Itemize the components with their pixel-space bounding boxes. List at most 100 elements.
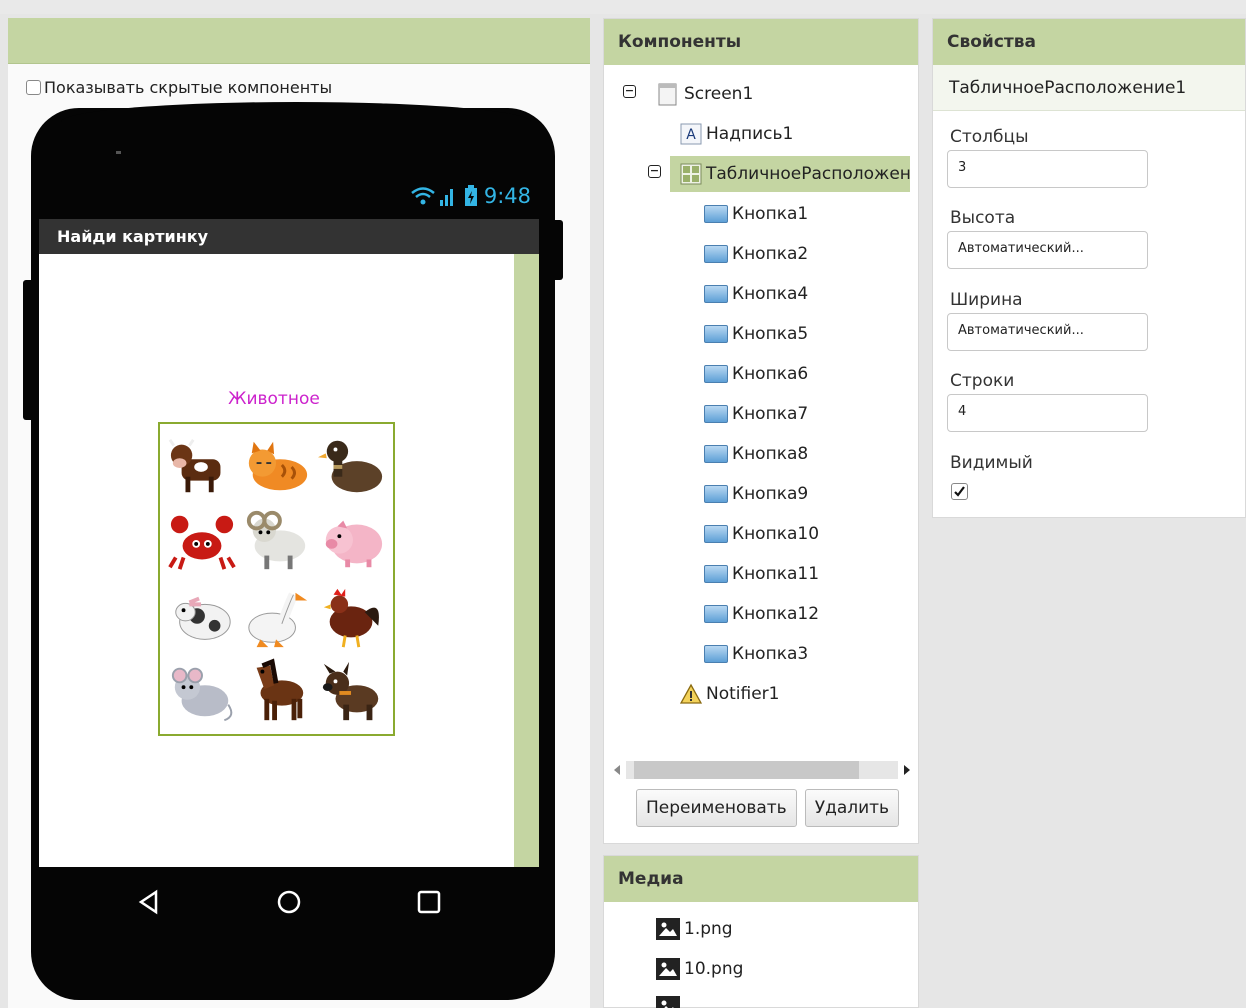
tree-horizontal-scrollbar[interactable] [614, 759, 910, 781]
tree-item-label: Кнопка9 [732, 484, 809, 504]
image-file-icon [656, 958, 680, 980]
app-title-bar: Найди картинку [39, 219, 539, 254]
recents-icon [417, 890, 441, 914]
tree-item-label: Кнопка10 [732, 524, 820, 544]
animal-label[interactable]: Животное [39, 389, 509, 409]
tree-item-notifier1[interactable]: Notifier1 [679, 680, 780, 708]
tree-item-label: ТабличноеРасположение1 [706, 164, 910, 184]
components-panel: Компоненты − Screen1 A Надпись1 − Таблич… [603, 18, 919, 844]
tree-item-label: Надпись1 [706, 124, 794, 144]
tree-item-button9[interactable]: Кнопка9 [704, 480, 808, 508]
image-file-icon [656, 996, 680, 1008]
button-icon [704, 565, 728, 583]
goose-button[interactable] [239, 579, 314, 655]
tree-item-button7[interactable]: Кнопка7 [704, 400, 808, 428]
tree-item-label: Notifier1 [706, 684, 780, 704]
goat-button[interactable] [164, 579, 239, 655]
crab-button[interactable] [164, 504, 239, 580]
height-input[interactable]: Автоматический... [947, 231, 1148, 269]
pig-button[interactable] [314, 504, 389, 580]
delete-button[interactable]: Удалить [804, 789, 900, 827]
cat-icon [248, 441, 307, 491]
cow-icon [168, 438, 220, 492]
component-tree: − Screen1 A Надпись1 − ТабличноеРасполож… [604, 65, 918, 755]
width-label: Ширина [950, 290, 1023, 310]
horse-button[interactable] [239, 655, 314, 731]
tree-item-label: Кнопка5 [732, 324, 809, 344]
tree-item-button12[interactable]: Кнопка12 [704, 600, 819, 628]
goat-icon [174, 596, 231, 640]
tree-item-button4[interactable]: Кнопка4 [704, 280, 808, 308]
wifi-signal-icon [411, 187, 453, 206]
tree-item-screen1[interactable]: Screen1 [658, 80, 753, 108]
duck-button[interactable] [314, 428, 389, 504]
tree-item-table-arrangement[interactable]: ТабличноеРасположение1 [670, 156, 910, 192]
tree-item-label: Кнопка12 [732, 604, 820, 624]
button-icon [704, 325, 728, 343]
phone-side-button-left [23, 280, 31, 420]
scroll-left-icon[interactable] [614, 765, 620, 775]
tree-item-label: Кнопка3 [732, 644, 809, 664]
mouse-button[interactable] [164, 655, 239, 731]
cat-button[interactable] [239, 428, 314, 504]
rows-input[interactable]: 4 [947, 394, 1148, 432]
tree-item-button10[interactable]: Кнопка10 [704, 520, 819, 548]
android-nav-bar [39, 867, 539, 937]
media-file-3[interactable] [656, 996, 684, 1008]
status-time: 9:48 [483, 184, 531, 208]
show-hidden-toggle[interactable]: Показывать скрытые компоненты [26, 78, 332, 97]
media-panel: Медиа 1.png 10.png [603, 855, 919, 1008]
dog-button[interactable] [314, 655, 389, 731]
tree-item-label1[interactable]: A Надпись1 [680, 120, 793, 148]
status-bar: 9:48 [410, 184, 531, 208]
phone-top [61, 102, 531, 142]
tree-item-label: Кнопка11 [732, 564, 820, 584]
table-arrangement-collapse-toggle[interactable]: − [648, 165, 661, 178]
media-file-1[interactable]: 1.png [656, 918, 733, 940]
tree-item-button2[interactable]: Кнопка2 [704, 240, 808, 268]
viewer-panel: Показывать скрытые компоненты 9:48 Найди… [8, 18, 590, 1008]
phone-screen: Животное [39, 254, 539, 867]
dog-icon [322, 662, 378, 721]
ram-button[interactable] [239, 504, 314, 580]
scroll-track[interactable] [626, 761, 898, 779]
show-hidden-checkbox[interactable] [26, 80, 41, 95]
tree-item-button1[interactable]: Кнопка1 [704, 200, 808, 228]
table-arrangement[interactable] [158, 422, 395, 736]
tree-item-button5[interactable]: Кнопка5 [704, 320, 808, 348]
top-strip [0, 0, 1246, 14]
button-icon [704, 365, 728, 383]
tree-item-button3[interactable]: Кнопка3 [704, 640, 808, 668]
horse-icon [256, 658, 303, 721]
scroll-thumb[interactable] [634, 761, 859, 779]
tree-item-button8[interactable]: Кнопка8 [704, 440, 808, 468]
tree-item-label: Screen1 [684, 84, 754, 104]
tree-item-label: Кнопка2 [732, 244, 809, 264]
camera-dot [116, 151, 121, 154]
phone-side-button-right [555, 220, 563, 280]
viewer-header [8, 18, 590, 64]
ram-icon [246, 511, 305, 570]
tree-item-button11[interactable]: Кнопка11 [704, 560, 819, 588]
properties-panel: Свойства ТабличноеРасположение1 Столбцы … [932, 18, 1246, 518]
battery-icon [464, 185, 477, 206]
notifier-icon [679, 683, 703, 705]
rename-button[interactable]: Переименовать [636, 789, 797, 827]
tree-item-label: Кнопка6 [732, 364, 809, 384]
media-file-2[interactable]: 10.png [656, 958, 743, 980]
table-arrangement-icon [680, 163, 702, 185]
button-icon [704, 405, 728, 423]
button-icon [704, 605, 728, 623]
visible-checkbox[interactable] [951, 483, 968, 500]
columns-input[interactable]: 3 [947, 150, 1148, 188]
media-file-name: 10.png [684, 959, 744, 979]
tree-item-label: Кнопка8 [732, 444, 809, 464]
cow-button[interactable] [164, 428, 239, 504]
tree-item-button6[interactable]: Кнопка6 [704, 360, 808, 388]
screen1-collapse-toggle[interactable]: − [623, 85, 636, 98]
scroll-right-icon[interactable] [904, 765, 910, 775]
width-input[interactable]: Автоматический... [947, 313, 1148, 351]
phone-mockup: 9:48 Найди картинку Животное [23, 102, 563, 1000]
label-icon: A [680, 123, 702, 145]
rooster-button[interactable] [314, 579, 389, 655]
